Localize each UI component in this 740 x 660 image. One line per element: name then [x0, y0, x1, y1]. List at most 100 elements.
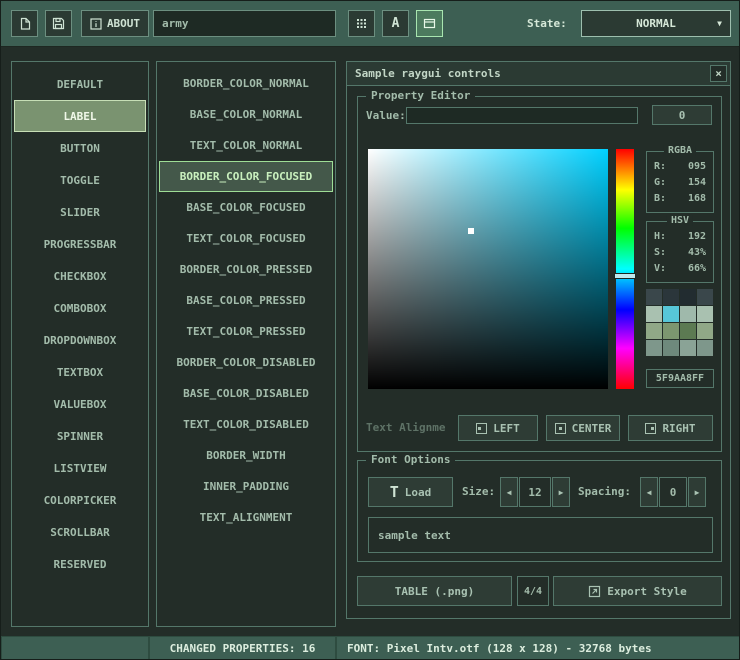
size-increase-button[interactable]: ▶ — [552, 477, 570, 507]
control-item[interactable]: RESERVED — [14, 548, 146, 580]
close-icon: × — [715, 67, 722, 80]
state-dropdown[interactable]: NORMAL ▼ — [581, 10, 731, 37]
window-icon — [423, 17, 436, 30]
hsv-s-row: S: 43% — [647, 245, 713, 261]
font-mode-button[interactable]: A — [382, 10, 409, 37]
control-item[interactable]: CHECKBOX — [14, 260, 146, 292]
control-item[interactable]: TOGGLE — [14, 164, 146, 196]
palette-swatch[interactable] — [697, 289, 713, 305]
value-slider[interactable] — [406, 107, 638, 124]
palette-swatch[interactable] — [697, 306, 713, 322]
property-item[interactable]: BORDER_COLOR_DISABLED — [159, 347, 333, 378]
export-table-label: TABLE (.png) — [395, 585, 474, 598]
property-item[interactable]: BORDER_WIDTH — [159, 440, 333, 471]
color-cursor[interactable] — [468, 228, 474, 234]
export-style-label: Export Style — [607, 585, 686, 598]
palette-swatch[interactable] — [646, 340, 662, 356]
font-options-title: Font Options — [366, 453, 455, 466]
align-right-label: RIGHT — [662, 422, 695, 435]
palette-swatch[interactable] — [646, 306, 662, 322]
size-label: Size: — [462, 477, 495, 507]
export-table-button[interactable]: TABLE (.png) — [357, 576, 512, 606]
property-item[interactable]: TEXT_COLOR_PRESSED — [159, 316, 333, 347]
save-icon — [52, 17, 65, 30]
align-left-label: LEFT — [493, 422, 520, 435]
value-button[interactable]: 0 — [652, 105, 712, 125]
color-panel[interactable] — [368, 149, 608, 389]
value-button-label: 0 — [679, 109, 686, 122]
control-item[interactable]: COLORPICKER — [14, 484, 146, 516]
palette-swatch[interactable] — [663, 323, 679, 339]
control-item[interactable]: TEXTBOX — [14, 356, 146, 388]
property-item[interactable]: BASE_COLOR_NORMAL — [159, 99, 333, 130]
property-item[interactable]: TEXT_ALIGNMENT — [159, 502, 333, 533]
window-titlebar[interactable]: Sample raygui controls — [347, 62, 730, 86]
palette-swatch[interactable] — [646, 289, 662, 305]
control-item[interactable]: BUTTON — [14, 132, 146, 164]
export-style-button[interactable]: Export Style — [553, 576, 722, 606]
export-counter[interactable]: 4/4 — [517, 576, 549, 606]
about-button[interactable]: ABOUT — [81, 10, 149, 37]
control-item[interactable]: VALUEBOX — [14, 388, 146, 420]
property-item[interactable]: BASE_COLOR_DISABLED — [159, 378, 333, 409]
style-palette — [646, 289, 713, 356]
control-item[interactable]: LISTVIEW — [14, 452, 146, 484]
hue-slider-handle[interactable] — [614, 273, 636, 279]
chevron-down-icon: ▼ — [717, 19, 722, 28]
property-item[interactable]: BASE_COLOR_FOCUSED — [159, 192, 333, 223]
palette-swatch[interactable] — [663, 306, 679, 322]
rgba-g-value: 154 — [688, 175, 706, 191]
window-mode-button[interactable] — [416, 10, 443, 37]
rgba-b-value: 168 — [688, 191, 706, 207]
property-item[interactable]: TEXT_COLOR_FOCUSED — [159, 223, 333, 254]
sample-text-box[interactable]: sample text — [368, 517, 713, 553]
new-file-icon — [18, 17, 31, 30]
property-item-selected[interactable]: BORDER_COLOR_FOCUSED — [159, 161, 333, 192]
style-name-input[interactable] — [153, 10, 336, 37]
save-style-button[interactable] — [45, 10, 72, 37]
property-item[interactable]: BORDER_COLOR_NORMAL — [159, 68, 333, 99]
control-item[interactable]: COMBOBOX — [14, 292, 146, 324]
spacing-decrease-button[interactable]: ◀ — [640, 477, 658, 507]
property-item[interactable]: BASE_COLOR_PRESSED — [159, 285, 333, 316]
spacing-value[interactable]: 0 — [659, 477, 687, 507]
control-item[interactable]: SCROLLBAR — [14, 516, 146, 548]
grid-icon — [355, 17, 368, 30]
align-right-button[interactable]: RIGHT — [628, 415, 713, 441]
palette-swatch[interactable] — [697, 323, 713, 339]
property-item[interactable]: INNER_PADDING — [159, 471, 333, 502]
palette-swatch[interactable] — [680, 340, 696, 356]
close-button[interactable]: × — [710, 65, 727, 82]
control-item[interactable]: PROGRESSBAR — [14, 228, 146, 260]
control-item-selected[interactable]: LABEL — [14, 100, 146, 132]
grid-mode-button[interactable] — [348, 10, 375, 37]
new-style-button[interactable] — [11, 10, 38, 37]
font-load-button[interactable]: T Load — [368, 477, 453, 507]
value-label: Value: — [366, 109, 406, 122]
property-item[interactable]: BORDER_COLOR_PRESSED — [159, 254, 333, 285]
control-item[interactable]: DEFAULT — [14, 68, 146, 100]
control-item[interactable]: DROPDOWNBOX — [14, 324, 146, 356]
align-left-button[interactable]: LEFT — [458, 415, 538, 441]
size-value[interactable]: 12 — [519, 477, 551, 507]
palette-swatch[interactable] — [680, 306, 696, 322]
statusbar: CHANGED PROPERTIES: 16 FONT: Pixel Intv.… — [1, 636, 740, 660]
sample-controls-window: Sample raygui controls × Property Editor… — [346, 61, 731, 619]
property-item[interactable]: TEXT_COLOR_DISABLED — [159, 409, 333, 440]
hsv-h-value: 192 — [688, 229, 706, 245]
palette-swatch[interactable] — [663, 340, 679, 356]
hue-bar[interactable] — [616, 149, 634, 389]
palette-swatch[interactable] — [680, 323, 696, 339]
palette-swatch[interactable] — [663, 289, 679, 305]
property-item[interactable]: TEXT_COLOR_NORMAL — [159, 130, 333, 161]
control-item[interactable]: SLIDER — [14, 196, 146, 228]
align-left-icon — [476, 423, 487, 434]
palette-swatch[interactable] — [697, 340, 713, 356]
size-decrease-button[interactable]: ◀ — [500, 477, 518, 507]
align-center-button[interactable]: CENTER — [546, 415, 620, 441]
palette-swatch[interactable] — [646, 323, 662, 339]
spacing-increase-button[interactable]: ▶ — [688, 477, 706, 507]
control-item[interactable]: SPINNER — [14, 420, 146, 452]
align-center-label: CENTER — [572, 422, 612, 435]
palette-swatch[interactable] — [680, 289, 696, 305]
